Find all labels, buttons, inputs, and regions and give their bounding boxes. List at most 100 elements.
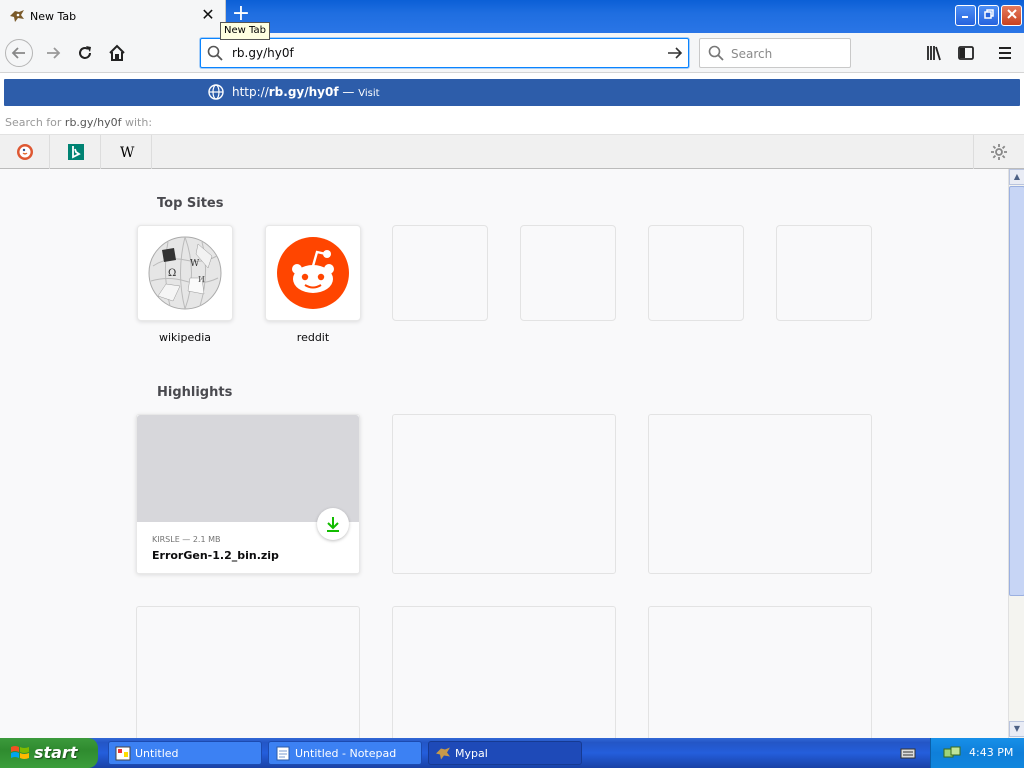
keyboard-icon[interactable] xyxy=(900,745,916,761)
home-icon xyxy=(109,44,125,61)
suggestion-separator: — xyxy=(338,85,359,99)
top-site-placeholder xyxy=(392,225,488,321)
windows-logo-icon xyxy=(11,746,29,759)
highlight-placeholder xyxy=(136,606,360,738)
tab-close-icon[interactable]: ✕ xyxy=(200,6,216,24)
forward-button[interactable] xyxy=(39,39,67,67)
suggestion-action: Visit xyxy=(358,88,380,99)
scroll-down-arrow-icon[interactable]: ▼ xyxy=(1009,721,1024,737)
sidebar-icon xyxy=(958,46,974,60)
url-suggestions-popup: http://rb.gy/hy0f — Visit Search for rb.… xyxy=(0,73,1024,169)
sidebar-button[interactable] xyxy=(952,39,980,67)
engine-wikipedia-button[interactable]: W xyxy=(102,135,152,169)
restore-icon xyxy=(983,9,994,19)
url-input[interactable]: rb.gy/hy0f xyxy=(232,46,294,60)
clock: 4:43 PM xyxy=(969,746,1014,759)
vertical-scrollbar[interactable]: ▲ ▼ xyxy=(1008,169,1024,738)
network-icon[interactable] xyxy=(943,745,961,761)
search-engines-row: W xyxy=(0,134,1024,169)
tooltip: New Tab xyxy=(220,22,270,40)
reddit-icon xyxy=(277,237,349,309)
gear-icon xyxy=(991,144,1007,160)
library-icon xyxy=(927,46,941,61)
taskbar-item-notepad[interactable]: Untitled - Notepad xyxy=(268,741,422,765)
svg-text:И: И xyxy=(198,275,205,284)
taskbar-item-label: Untitled - Notepad xyxy=(295,747,397,760)
url-bar[interactable]: rb.gy/hy0f xyxy=(200,38,689,68)
start-label: start xyxy=(34,743,78,762)
top-site-label: wikipedia xyxy=(158,331,211,344)
top-site-label: reddit xyxy=(296,331,330,344)
highlight-title: ErrorGen-1.2_bin.zip xyxy=(152,549,279,562)
search-for-suffix: with: xyxy=(121,116,153,129)
download-badge xyxy=(317,508,349,540)
highlight-placeholder xyxy=(648,414,872,574)
highlight-placeholder xyxy=(392,606,616,738)
arrow-left-icon xyxy=(11,47,25,59)
close-icon xyxy=(1006,9,1017,19)
search-for-prefix: Search for xyxy=(5,116,65,129)
top-site-placeholder xyxy=(776,225,872,321)
reload-button[interactable] xyxy=(71,39,99,67)
mypal-logo-icon xyxy=(10,10,24,22)
back-button[interactable] xyxy=(5,39,33,67)
search-settings-button[interactable] xyxy=(973,135,1024,169)
svg-text:Ω: Ω xyxy=(168,268,176,279)
duckduckgo-icon xyxy=(16,144,33,160)
taskbar-item-label: Untitled xyxy=(135,747,179,760)
suggestion-visit-row[interactable]: http://rb.gy/hy0f — Visit xyxy=(4,79,1020,106)
wikipedia-icon: Ω W И xyxy=(148,236,222,310)
minimize-button[interactable] xyxy=(955,5,976,26)
search-for-label: Search for rb.gy/hy0f with: xyxy=(5,116,152,129)
navigation-toolbar: rb.gy/hy0f Search xyxy=(0,33,1024,73)
paint-icon xyxy=(115,746,131,761)
menu-button[interactable] xyxy=(991,39,1019,67)
new-tab-page: Top Sites Ω W И wikipedia reddit Highlig… xyxy=(0,169,1008,738)
taskbar: start Untitled Untitled - Notepad Mypal … xyxy=(0,738,1024,768)
start-button[interactable]: start xyxy=(0,738,98,768)
close-window-button[interactable] xyxy=(1001,5,1022,26)
home-button[interactable] xyxy=(103,39,131,67)
highlight-card[interactable]: KIRSLE — 2.1 MB ErrorGen-1.2_bin.zip xyxy=(136,414,360,574)
search-for-query: rb.gy/hy0f xyxy=(64,116,122,129)
suggestion-domain: rb.gy/hy0f xyxy=(268,85,339,99)
tab-title: New Tab xyxy=(30,10,77,23)
scroll-up-arrow-icon[interactable]: ▲ xyxy=(1009,169,1024,185)
engine-duckduckgo-button[interactable] xyxy=(0,135,50,169)
wikipedia-icon: W xyxy=(120,145,135,161)
library-button[interactable] xyxy=(920,39,948,67)
highlight-meta: KIRSLE — 2.1 MB xyxy=(152,535,221,544)
taskbar-item-label: Mypal xyxy=(455,747,488,760)
bing-icon xyxy=(67,144,84,160)
scroll-thumb[interactable] xyxy=(1009,186,1024,596)
highlight-placeholder xyxy=(648,606,872,738)
search-icon xyxy=(207,45,223,61)
top-site-placeholder xyxy=(520,225,616,321)
system-tray: 4:43 PM xyxy=(930,738,1024,768)
restore-button[interactable] xyxy=(978,5,999,26)
highlights-heading: Highlights xyxy=(157,385,233,400)
engine-bing-button[interactable] xyxy=(51,135,101,169)
search-bar[interactable]: Search xyxy=(699,38,851,68)
svg-text:W: W xyxy=(120,145,135,161)
mypal-logo-icon xyxy=(436,747,450,760)
search-input[interactable]: Search xyxy=(731,47,772,61)
highlight-thumbnail xyxy=(137,415,359,522)
reload-icon xyxy=(79,46,91,59)
download-icon xyxy=(327,517,339,532)
taskbar-item-mypal[interactable]: Mypal xyxy=(428,741,582,765)
search-icon xyxy=(708,45,724,61)
globe-icon xyxy=(208,84,224,100)
minimize-icon xyxy=(961,16,968,18)
top-site-wikipedia[interactable]: Ω W И xyxy=(137,225,233,321)
top-site-placeholder xyxy=(648,225,744,321)
hamburger-menu-icon xyxy=(999,47,1011,59)
tab-new-tab[interactable]: New Tab ✕ xyxy=(0,0,226,33)
taskbar-item-untitled[interactable]: Untitled xyxy=(108,741,262,765)
svg-text:W: W xyxy=(190,259,200,269)
go-arrow-icon[interactable] xyxy=(666,44,684,62)
tab-strip: New Tab ✕ + New Tab xyxy=(0,0,1024,40)
top-site-reddit[interactable] xyxy=(265,225,361,321)
suggestion-text: http://rb.gy/hy0f — Visit xyxy=(232,85,380,99)
arrow-right-icon xyxy=(47,47,61,59)
